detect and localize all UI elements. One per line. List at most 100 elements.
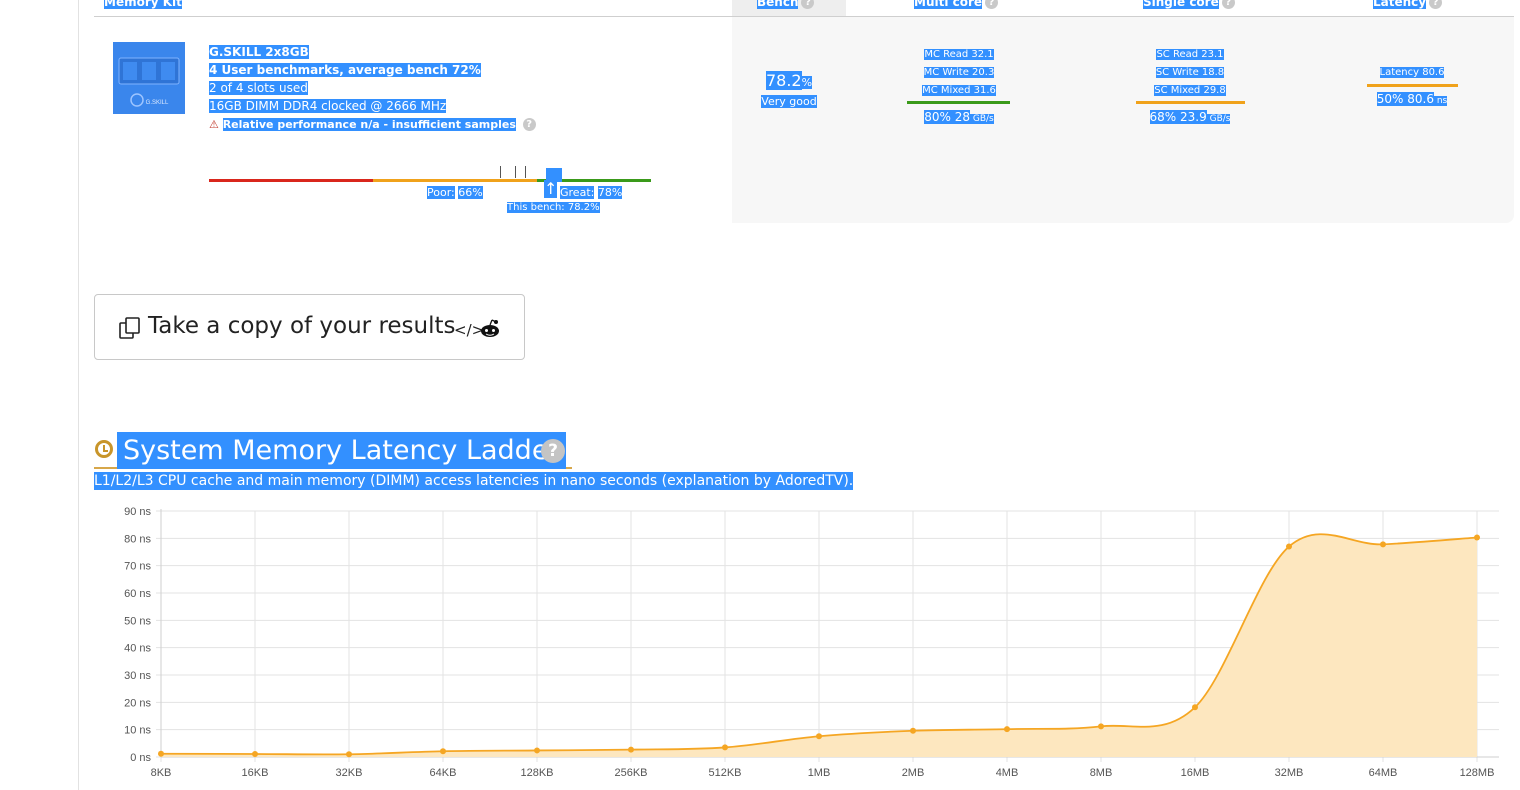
x-tick-label: 32MB	[1275, 767, 1304, 779]
kit-benchmarks-summary: 4 User benchmarks, average bench 72%	[209, 63, 481, 77]
x-tick-label: 4MB	[996, 767, 1019, 779]
section-subtitle: L1/L2/L3 CPU cache and main memory (DIMM…	[94, 472, 854, 490]
kit-name[interactable]: G.SKILL 2x8GB	[209, 45, 309, 59]
latency-header-label: Latency	[1373, 0, 1427, 9]
x-tick-label: 8KB	[151, 767, 172, 779]
latency-data-point	[440, 748, 446, 755]
great-label-text: Great:	[560, 186, 595, 199]
y-tick-label: 0 ns	[130, 752, 151, 764]
copy-icon	[119, 317, 140, 339]
reddit-icon[interactable]	[479, 318, 501, 340]
ram-stick-icon: G.SKILL	[118, 57, 180, 107]
x-tick-label: 32KB	[336, 767, 363, 779]
sc-rating-bar	[1136, 101, 1245, 104]
latency-data-point	[628, 746, 634, 753]
help-icon[interactable]: ?	[985, 0, 999, 9]
perf-bar-poor-segment	[209, 179, 373, 182]
mc-mixed: MC Mixed 31.6	[922, 85, 996, 96]
help-icon[interactable]: ?	[541, 439, 565, 463]
mc-rating-bar	[907, 101, 1010, 104]
memory-kit-info: G.SKILL 2x8GB 4 User benchmarks, average…	[209, 43, 536, 134]
bench-score-cell: 78.2% Very good	[760, 71, 818, 109]
x-tick-label: 128MB	[1460, 767, 1495, 779]
x-tick-label: 2MB	[902, 767, 925, 779]
thumb-logo-text: G.SKILL	[146, 100, 169, 106]
help-icon[interactable]: ?	[522, 118, 536, 131]
latency-data-point	[1380, 541, 1386, 548]
perf-bar-sample-tick	[525, 166, 526, 178]
sc-write: SC Write 18.8	[1155, 67, 1225, 78]
x-tick-label: 512KB	[708, 767, 741, 779]
results-table-header: Memory Kit Bench? Multi core? Single cor…	[94, 0, 1514, 17]
latency-data-point	[1192, 704, 1198, 711]
x-tick-label: 16KB	[242, 767, 269, 779]
y-tick-label: 70 ns	[124, 561, 151, 573]
this-bench-label: This bench: 78.2%	[507, 202, 600, 213]
poor-label-text: Poor:	[427, 186, 455, 199]
results-row-panel	[732, 17, 1514, 223]
sc-summary-unit: GB/s	[1209, 114, 1231, 124]
y-tick-label: 50 ns	[124, 615, 151, 627]
x-tick-label: 64KB	[430, 767, 457, 779]
section-title: System Memory Latency Ladder	[117, 432, 566, 469]
latency-data-point	[158, 750, 164, 757]
help-icon[interactable]: ?	[801, 0, 815, 9]
x-tick-label: 256KB	[614, 767, 647, 779]
multi-core-cell: MC Read 32.1 MC Write 20.3 MC Mixed 31.6	[900, 46, 1018, 100]
mc-read: MC Read 32.1	[924, 49, 994, 60]
memory-kit-thumbnail[interactable]: G.SKILL	[113, 42, 185, 114]
kit-warning: Relative performance n/a - insufficient …	[222, 118, 516, 131]
kit-spec: 16GB DIMM DDR4 clocked @ 2666 MHz	[209, 99, 447, 113]
single-core-cell: SC Read 23.1 SC Write 18.8 SC Mixed 29.8	[1131, 46, 1249, 100]
arrow-up-icon: ↑	[544, 179, 558, 198]
bench-score-unit: %	[801, 76, 813, 89]
multi-core-header-label: Multi core	[914, 0, 983, 9]
copy-results-label[interactable]: Take a copy of your results	[148, 313, 456, 339]
sc-mixed: SC Mixed 29.8	[1154, 85, 1226, 96]
latency-value: Latency 80.6	[1379, 67, 1445, 78]
bench-rating: Very good	[761, 95, 817, 108]
latency-data-point	[910, 727, 916, 734]
page-left-border	[78, 0, 79, 790]
x-tick-label: 1MB	[808, 767, 831, 779]
latency-data-point	[816, 733, 822, 740]
perf-bar-sample-tick	[500, 166, 501, 178]
latency-data-point	[1474, 534, 1480, 541]
latency-data-point	[1098, 723, 1104, 730]
multi-core-header: Multi core?	[914, 0, 999, 9]
latency-data-point	[1286, 543, 1292, 550]
sc-read: SC Read 23.1	[1156, 49, 1224, 60]
y-tick-label: 20 ns	[124, 697, 151, 709]
bench-score: 78.2	[765, 71, 802, 90]
y-tick-label: 80 ns	[124, 533, 151, 545]
latency-data-point	[346, 751, 352, 758]
y-tick-label: 30 ns	[124, 670, 151, 682]
kit-slots: 2 of 4 slots used	[209, 81, 308, 95]
mc-summary-value: 80% 28	[924, 110, 970, 124]
sc-summary-value: 68% 23.9	[1149, 110, 1207, 124]
memory-kit-header: Memory Kit	[104, 0, 182, 9]
single-core-header: Single core?	[1143, 0, 1235, 9]
y-tick-label: 60 ns	[124, 588, 151, 600]
help-icon[interactable]: ?	[1429, 0, 1443, 9]
perf-bar-sample-tick	[515, 166, 516, 178]
help-icon[interactable]: ?	[1221, 0, 1235, 9]
bench-header-label: Bench	[757, 0, 799, 9]
mc-summary: 80% 28 GB/s	[900, 108, 1018, 128]
x-tick-label: 128KB	[520, 767, 553, 779]
bench-header: Bench?	[757, 0, 815, 9]
x-tick-label: 8MB	[1090, 767, 1113, 779]
latency-data-point	[722, 744, 728, 751]
latency-data-point	[1004, 726, 1010, 733]
y-tick-label: 10 ns	[124, 725, 151, 737]
latency-summary: 50% 80.6 ns	[1362, 90, 1462, 110]
warning-icon: ⚠	[209, 118, 219, 131]
latency-header: Latency?	[1373, 0, 1443, 9]
perf-poor-label: Poor: 66%	[427, 186, 483, 199]
sc-summary: 68% 23.9 GB/s	[1131, 108, 1249, 128]
latency-data-point	[252, 750, 258, 757]
latency-data-point	[534, 747, 540, 754]
y-tick-label: 90 ns	[124, 506, 151, 518]
clock-icon	[95, 440, 113, 458]
mc-write: MC Write 20.3	[923, 67, 995, 78]
